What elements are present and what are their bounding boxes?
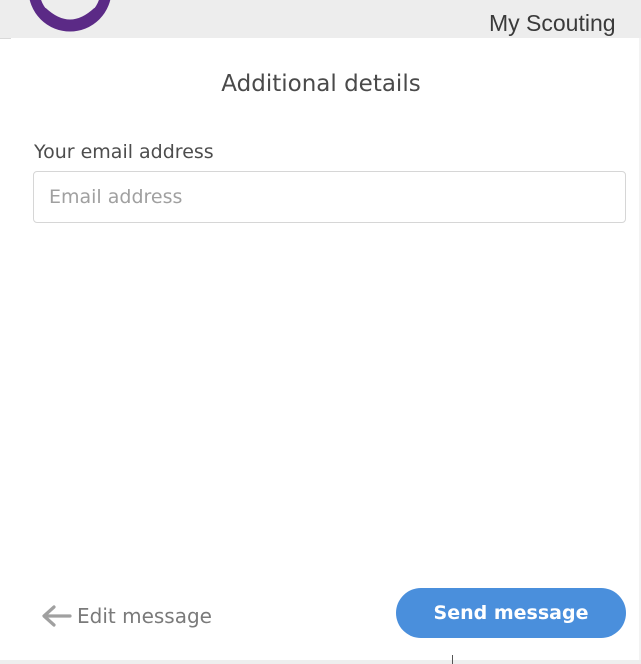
edit-message-link[interactable]: Edit message	[39, 599, 212, 633]
email-input[interactable]	[33, 171, 626, 223]
send-message-button[interactable]: Send message	[396, 588, 626, 638]
background-site-title: My Scouting	[489, 10, 616, 36]
email-field-label: Your email address	[34, 141, 214, 163]
bottom-tick-mark	[452, 655, 453, 664]
arrow-left-icon	[42, 605, 72, 627]
bottom-divider	[0, 660, 641, 664]
scout-logo-icon	[29, 0, 111, 32]
additional-details-panel: Additional details Your email address Ed…	[11, 38, 641, 662]
edit-message-label: Edit message	[77, 604, 212, 628]
page: My Scouting Additional details Your emai…	[0, 0, 641, 664]
background-site-header: My Scouting	[0, 0, 641, 39]
panel-title: Additional details	[221, 71, 421, 97]
